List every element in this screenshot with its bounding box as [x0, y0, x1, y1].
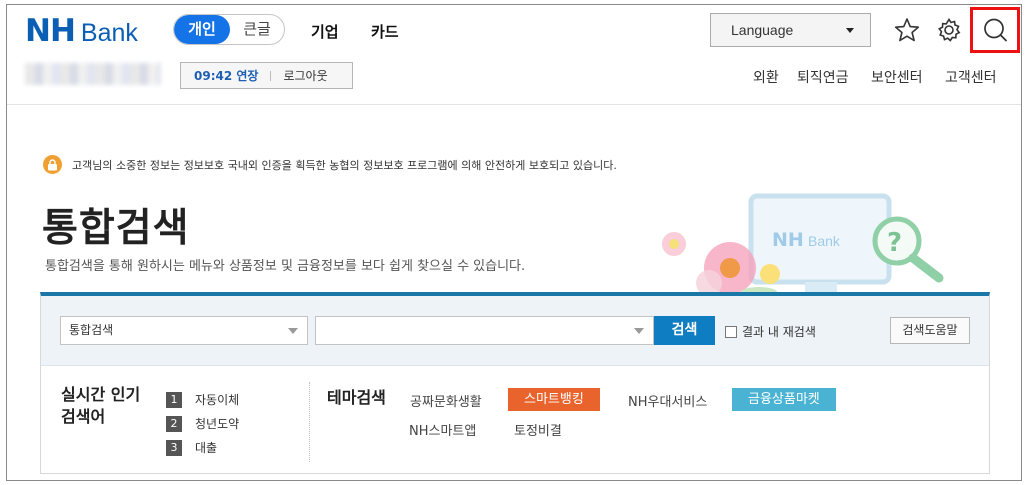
search-button[interactable]: 검색 [654, 316, 715, 345]
util-forex[interactable]: 외환 [753, 67, 779, 87]
popular-title-line1: 실시간 인기 [61, 385, 141, 404]
divider [270, 70, 272, 81]
lock-icon [43, 155, 62, 174]
util-pension[interactable]: 퇴직연금 [797, 67, 849, 87]
popular-keyword-item[interactable]: 3 대출 [166, 439, 217, 456]
security-notice: 고객님의 소중한 정보는 정보보호 국내외 인증을 획득한 농협의 정보보호 프… [43, 155, 617, 174]
search-icon-highlight[interactable] [970, 7, 1020, 53]
popular-title-line2: 검색어 [61, 407, 106, 426]
theme-tag-nh-smart-app[interactable]: NH스마트앱 [409, 420, 476, 439]
search-within-results-label: 결과 내 재검색 [742, 325, 816, 339]
logo-bank-text: Bank [80, 19, 138, 47]
search-bar: 통합검색 검색 결과 내 재검색 검색도움말 [41, 296, 989, 366]
rank-number: 3 [166, 439, 182, 456]
checkbox-box[interactable] [725, 325, 737, 338]
logo-nh-text: NH [25, 13, 76, 49]
search-within-results-checkbox[interactable]: 결과 내 재검색 [725, 323, 816, 340]
page-title: 통합검색 [42, 206, 190, 251]
theme-tag-free-culture[interactable]: 공짜문화생활 [410, 391, 482, 410]
notice-text: 고객님의 소중한 정보는 정보보호 국내외 인증을 획득한 농협의 정보보호 프… [72, 158, 617, 172]
theme-tag-financial-market[interactable]: 금융상품마켓 [732, 388, 836, 411]
theme-tag-fortune[interactable]: 토정비결 [514, 420, 562, 439]
search-illustration: NH Bank ? [662, 193, 944, 297]
popular-keyword-item[interactable]: 1 자동이체 [166, 391, 239, 408]
session-extend-button[interactable]: 09:42 연장 [194, 67, 258, 84]
illus-nh: NH [772, 229, 804, 251]
session-box: 09:42 연장 로그아웃 [180, 62, 353, 89]
keyword-label: 자동이체 [195, 393, 240, 407]
util-security-center[interactable]: 보안센터 [871, 67, 923, 87]
keyword-label: 대출 [195, 441, 218, 455]
svg-text:?: ? [887, 228, 902, 258]
star-icon[interactable] [893, 16, 921, 44]
popular-keyword-item[interactable]: 2 청년도약 [166, 415, 239, 432]
language-select[interactable]: Language [710, 13, 871, 47]
illus-bank: Bank [808, 233, 841, 249]
page-subtitle: 통합검색을 통해 원하시는 메뉴와 상품정보 및 금융정보를 보다 쉽게 찾으실… [45, 259, 526, 274]
search-input[interactable] [315, 316, 654, 345]
header-divider [7, 104, 1021, 105]
section-divider [309, 382, 310, 462]
chevron-down-icon [288, 328, 298, 334]
util-customer-center[interactable]: 고객센터 [945, 67, 997, 87]
tab-large-font[interactable]: 큰글 [230, 15, 284, 44]
theme-tag-smart-banking[interactable]: 스마트뱅킹 [508, 388, 600, 411]
language-label: Language [731, 22, 794, 38]
search-help-button[interactable]: 검색도움말 [890, 317, 970, 344]
search-icon[interactable] [981, 16, 1009, 44]
rank-number: 1 [166, 391, 182, 408]
rank-number: 2 [166, 415, 182, 432]
tab-personal[interactable]: 개인 [174, 15, 230, 44]
search-scope-select[interactable]: 통합검색 [60, 316, 308, 345]
logout-button[interactable]: 로그아웃 [283, 67, 327, 84]
chevron-down-icon[interactable] [634, 328, 644, 334]
nav-card[interactable]: 카드 [371, 21, 399, 42]
keyword-label: 청년도약 [195, 417, 240, 431]
chevron-down-icon [846, 28, 854, 33]
integrated-search-panel: 통합검색 검색 결과 내 재검색 검색도움말 실시간 인기 검색어 1 자동이체… [40, 292, 990, 474]
popular-keywords-title: 실시간 인기 검색어 [61, 384, 140, 428]
theme-search-title: 테마검색 [327, 388, 386, 407]
theme-tag-nh-preferred[interactable]: NH우대서비스 [628, 391, 707, 410]
nav-corporate[interactable]: 기업 [311, 21, 339, 42]
personal-largefont-toggle: 개인 큰글 [173, 14, 285, 45]
nh-bank-logo[interactable]: NH Bank [25, 13, 138, 49]
user-name-redacted [25, 63, 161, 85]
gear-icon[interactable] [935, 16, 963, 44]
search-scope-value: 통합검색 [69, 323, 114, 337]
browser-frame: NH Bank 개인 큰글 기업 카드 Language 09:42 연장 로그… [6, 4, 1022, 481]
